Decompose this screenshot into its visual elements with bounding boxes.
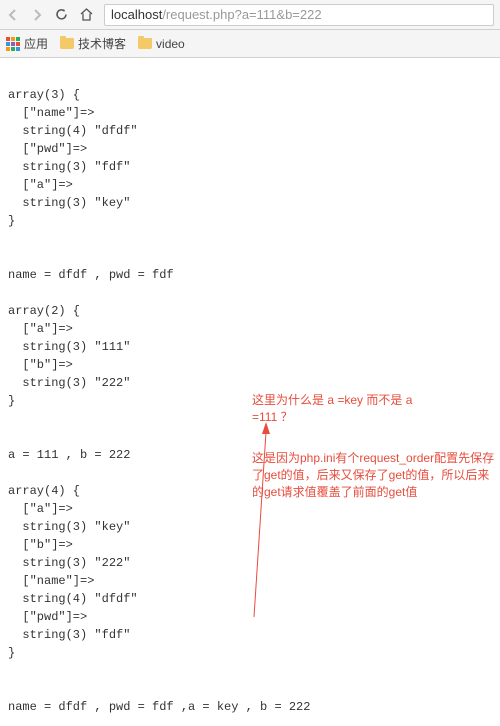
page-content: array(3) { ["name"]=> string(4) "dfdf" […	[0, 58, 500, 726]
var-dump-2: array(2) { ["a"]=> string(3) "111" ["b"]…	[8, 304, 130, 408]
bookmark-video[interactable]: video	[138, 37, 185, 51]
apps-button[interactable]: 应用	[6, 35, 48, 52]
url-bar[interactable]: localhost/request.php?a=111&b=222	[104, 4, 494, 26]
back-button[interactable]	[6, 8, 20, 22]
bookmark-label: 技术博客	[78, 35, 126, 52]
bookmarks-bar: 应用 技术博客 video	[0, 30, 500, 58]
output-line-1: name = dfdf , pwd = fdf	[8, 268, 174, 282]
bookmark-label: video	[156, 37, 185, 51]
url-path: /request.php?a=111&b=222	[162, 7, 321, 22]
home-button[interactable]	[79, 7, 94, 22]
apps-icon	[6, 37, 20, 51]
url-host: localhost	[111, 7, 162, 22]
output-line-2: a = 111 , b = 222	[8, 448, 130, 462]
annotation-question: 这里为什么是 a =key 而不是 a =111 ？	[252, 392, 422, 426]
bookmark-blog[interactable]: 技术博客	[60, 35, 126, 52]
var-dump-1: array(3) { ["name"]=> string(4) "dfdf" […	[8, 88, 138, 228]
browser-toolbar: localhost/request.php?a=111&b=222	[0, 0, 500, 30]
var-dump-3: array(4) { ["a"]=> string(3) "key" ["b"]…	[8, 484, 138, 660]
reload-button[interactable]	[54, 7, 69, 22]
output-line-3: name = dfdf , pwd = fdf ,a = key , b = 2…	[8, 700, 310, 714]
forward-button[interactable]	[30, 8, 44, 22]
folder-icon	[138, 38, 152, 49]
folder-icon	[60, 38, 74, 49]
apps-label: 应用	[24, 35, 48, 52]
annotation-answer: 这是因为php.ini有个request_order配置先保存了get的值，后来…	[252, 450, 498, 500]
